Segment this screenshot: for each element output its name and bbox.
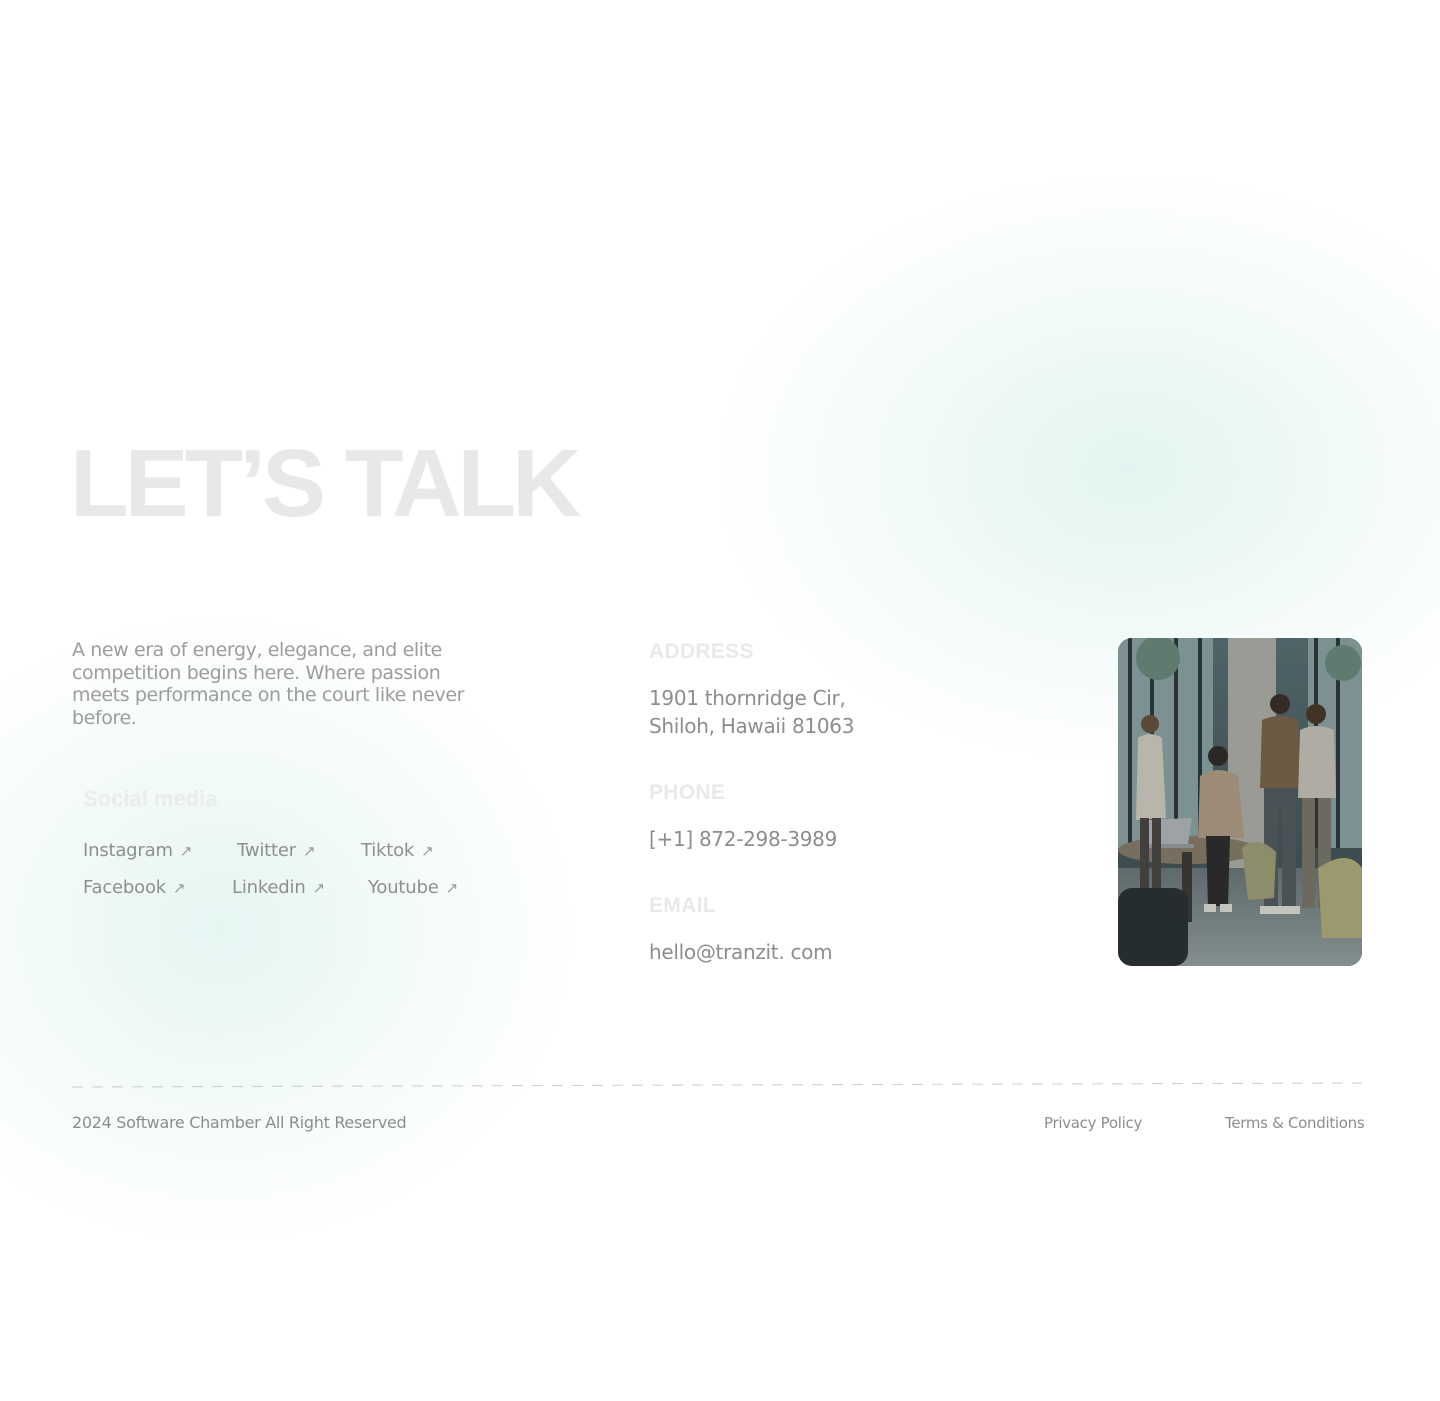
arrow-up-right-icon: ↗ (312, 879, 326, 897)
intro-text: A new era of energy, elegance, and elite… (72, 639, 465, 729)
page-title: LET’S TALK (70, 430, 581, 537)
social-link-label: Linkedin (232, 877, 306, 898)
phone-value[interactable]: [+1] 872-298-3989 (649, 825, 837, 853)
email-label: EMAIL (649, 894, 716, 917)
address-label: ADDRESS (649, 640, 754, 663)
arrow-up-right-icon: ↗ (179, 842, 193, 860)
team-photo (1118, 638, 1362, 966)
arrow-up-right-icon: ↗ (302, 842, 316, 860)
footer-divider (72, 1082, 1362, 1088)
social-link-label: Youtube (368, 877, 439, 898)
social-link-label: Tiktok (361, 840, 415, 861)
social-link-label: Twitter (237, 840, 296, 861)
social-link-youtube[interactable]: Youtube ↗ (368, 877, 458, 898)
social-link-label: Facebook (83, 877, 166, 898)
social-link-label: Instagram (83, 840, 173, 861)
arrow-up-right-icon: ↗ (172, 879, 186, 897)
address-line-1: 1901 thornridge Cir, (649, 686, 846, 710)
contact-page: LET’S TALK A new era of energy, elegance… (0, 0, 1440, 1401)
address-line-2: Shiloh, Hawaii 81063 (649, 714, 855, 738)
copyright-text: 2024 Software Chamber All Right Reserved (72, 1113, 407, 1132)
social-link-facebook[interactable]: Facebook ↗ (83, 877, 186, 898)
privacy-policy-link[interactable]: Privacy Policy (1044, 1114, 1142, 1132)
social-link-linkedin[interactable]: Linkedin ↗ (232, 877, 325, 898)
social-media-heading: Social media (83, 786, 218, 811)
email-value[interactable]: hello@tranzit. com (649, 938, 833, 966)
arrow-up-right-icon: ↗ (445, 879, 459, 897)
phone-label: PHONE (649, 781, 726, 804)
team-photo-illustration (1118, 638, 1362, 966)
arrow-up-right-icon: ↗ (421, 842, 434, 860)
terms-conditions-link[interactable]: Terms & Conditions (1225, 1114, 1365, 1132)
social-link-tiktok[interactable]: Tiktok ↗ (361, 840, 434, 861)
social-link-twitter[interactable]: Twitter ↗ (237, 840, 316, 861)
social-link-instagram[interactable]: Instagram ↗ (83, 840, 192, 861)
